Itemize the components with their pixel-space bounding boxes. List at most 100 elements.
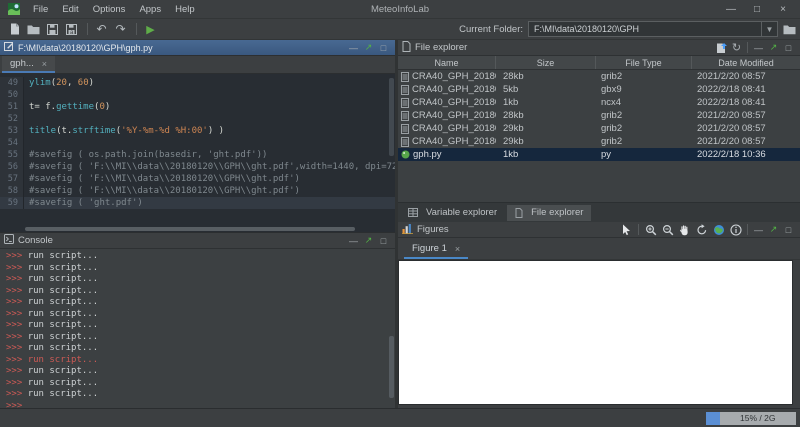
memory-indicator[interactable]: 15% / 2G: [706, 412, 796, 425]
cell-date: 2022/2/18 10:36: [692, 149, 800, 160]
editor-title-bar[interactable]: F:\MI\data\20180120\GPH\gph.py —↗□: [0, 40, 395, 56]
console-prompt: >>>: [6, 401, 22, 409]
run-script-icon[interactable]: ▶: [142, 21, 159, 38]
column-header-date-modified[interactable]: Date Modified: [692, 56, 800, 69]
open-file-icon[interactable]: [25, 21, 42, 38]
code-line-51[interactable]: 51t= f.gettime(0): [0, 101, 395, 113]
console-prompt: >>>: [6, 378, 28, 388]
code-line-57[interactable]: 57#savefig ( 'F:\\MI\\data\\20180120\\GP…: [0, 173, 395, 185]
editor-panel-controls: —↗□: [346, 41, 391, 55]
console-vertical-scrollbar[interactable]: [389, 336, 394, 398]
line-content: title(t.strftime('%Y-%m-%d %H:00') ): [24, 125, 224, 137]
table-row-cra40-gph-2018012-[interactable]: CRA40_GPH_2018012...1kbncx42022/2/18 08:…: [398, 96, 800, 109]
code-line-56[interactable]: 56#savefig ( 'F:\\MI\\data\\20180120\\GP…: [0, 161, 395, 173]
float-panel-icon[interactable]: ↗: [766, 41, 781, 55]
close-figure-icon[interactable]: ×: [455, 244, 460, 254]
memory-text: 15% / 2G: [720, 412, 797, 425]
console-header[interactable]: Console —↗□: [0, 233, 395, 249]
table-row-cra40-gph-2018012-[interactable]: CRA40_GPH_2018012...5kbgbx92022/2/18 08:…: [398, 83, 800, 96]
code-lines: 49ylim(20, 60)5051t= f.gettime(0)5253tit…: [0, 74, 395, 209]
maximize-panel-icon[interactable]: □: [781, 223, 796, 237]
menu-apps[interactable]: Apps: [132, 3, 168, 16]
editor-horizontal-scrollbar[interactable]: [25, 227, 355, 231]
maximize-window-icon[interactable]: □: [744, 0, 770, 18]
code-line-59[interactable]: 59#savefig ( 'ght.pdf'): [0, 197, 395, 209]
rotate-icon[interactable]: [694, 222, 709, 237]
info-icon[interactable]: [728, 222, 743, 237]
chevron-down-icon[interactable]: ▼: [761, 22, 777, 36]
code-line-49[interactable]: 49ylim(20, 60): [0, 77, 395, 89]
minimize-window-icon[interactable]: —: [718, 0, 744, 18]
tab-gph-py[interactable]: gph... ×: [2, 56, 55, 73]
float-panel-icon[interactable]: ↗: [361, 234, 376, 248]
tab-variable-explorer[interactable]: Variable explorer: [400, 205, 505, 221]
save-icon[interactable]: [44, 21, 61, 38]
refresh-icon[interactable]: ↻: [729, 41, 744, 55]
menu-options[interactable]: Options: [86, 3, 133, 16]
minimize-panel-icon[interactable]: —: [751, 223, 766, 237]
close-window-icon[interactable]: ×: [770, 0, 796, 18]
column-header-file-type[interactable]: File Type: [596, 56, 692, 69]
new-script-icon[interactable]: [6, 21, 23, 38]
table-row-cra40-gph-2018012-[interactable]: CRA40_GPH_2018012...28kbgrib22021/2/20 0…: [398, 70, 800, 83]
minimize-panel-icon[interactable]: —: [751, 41, 766, 55]
cell-name: CRA40_GPH_2018012...: [398, 84, 496, 95]
maximize-panel-icon[interactable]: □: [781, 41, 796, 55]
code-line-53[interactable]: 53title(t.strftime('%Y-%m-%d %H:00') ): [0, 125, 395, 137]
menu-file[interactable]: File: [26, 3, 55, 16]
editor-vertical-scrollbar[interactable]: [389, 78, 394, 156]
table-row-cra40-gph-2018012-[interactable]: CRA40_GPH_2018012...29kbgrib22021/2/20 0…: [398, 122, 800, 135]
console-line: >>> run script...: [6, 263, 395, 275]
console-output[interactable]: >>> run script...>>> run script...>>> ru…: [0, 249, 395, 408]
float-panel-icon[interactable]: ↗: [361, 41, 376, 55]
console-input-prompt[interactable]: >>>: [6, 401, 395, 409]
current-folder-combobox[interactable]: F:\MI\data\20180120\GPH ▼: [528, 21, 778, 37]
cell-date: 2021/2/20 08:57: [692, 71, 800, 82]
tab-file-explorer[interactable]: File explorer: [507, 205, 591, 221]
float-panel-icon[interactable]: ↗: [766, 223, 781, 237]
maximize-panel-icon[interactable]: □: [376, 234, 391, 248]
save-as-icon[interactable]: a: [63, 21, 80, 38]
menu-edit[interactable]: Edit: [55, 3, 85, 16]
table-row-cra40-gph-2018012-[interactable]: CRA40_GPH_2018012...29kbgrib22021/2/20 0…: [398, 135, 800, 148]
globe-icon[interactable]: [711, 222, 726, 237]
redo-icon[interactable]: ↷: [112, 21, 129, 38]
cell-date: 2022/2/18 08:41: [692, 84, 800, 95]
line-content: ylim(20, 60): [24, 77, 94, 89]
maximize-panel-icon[interactable]: □: [376, 41, 391, 55]
code-line-58[interactable]: 58#savefig ( 'F:\\MI\\data\\20180120\\GP…: [0, 185, 395, 197]
figure-canvas[interactable]: [398, 260, 793, 405]
status-bar: 15% / 2G: [0, 408, 800, 427]
code-line-50[interactable]: 50: [0, 89, 395, 101]
minimize-panel-icon[interactable]: —: [346, 234, 361, 248]
file-icon: [402, 41, 411, 55]
tab-figure-1[interactable]: Figure 1 ×: [404, 240, 468, 259]
file-explorer-header[interactable]: File explorer ↻ —↗□: [398, 40, 800, 56]
zoom-in-icon[interactable]: [643, 222, 658, 237]
line-number: 54: [0, 137, 24, 149]
minimize-panel-icon[interactable]: —: [346, 41, 361, 55]
console-line: >>> run script...: [6, 320, 395, 332]
pan-hand-icon[interactable]: [677, 222, 692, 237]
menu-help[interactable]: Help: [168, 3, 202, 16]
table-row-cra40-gph-2018012-[interactable]: CRA40_GPH_2018012...28kbgrib22021/2/20 0…: [398, 109, 800, 122]
file-explorer-title: File explorer: [415, 42, 467, 53]
file-table-rows: CRA40_GPH_2018012...28kbgrib22021/2/20 0…: [398, 70, 800, 161]
file-table-header: NameSizeFile TypeDate Modified: [398, 56, 800, 70]
code-editor[interactable]: 49ylim(20, 60)5051t= f.gettime(0)5253tit…: [0, 74, 395, 232]
code-line-55[interactable]: 55#savefig ( os.path.join(basedir, 'ght.…: [0, 149, 395, 161]
table-row-gph-py[interactable]: gph.py1kbpy2022/2/18 10:36: [398, 148, 800, 161]
select-cursor-icon[interactable]: [619, 222, 634, 237]
column-header-size[interactable]: Size: [496, 56, 596, 69]
browse-folder-icon[interactable]: [783, 24, 796, 35]
file-file-icon: [401, 98, 409, 108]
code-line-54[interactable]: 54: [0, 137, 395, 149]
cell-name: CRA40_GPH_2018012...: [398, 110, 496, 121]
undo-icon[interactable]: ↶: [93, 21, 110, 38]
parent-folder-icon[interactable]: [714, 41, 729, 55]
figures-header[interactable]: Figures —↗□: [398, 222, 800, 238]
column-header-name[interactable]: Name: [398, 56, 496, 69]
code-line-52[interactable]: 52: [0, 113, 395, 125]
zoom-out-icon[interactable]: [660, 222, 675, 237]
close-tab-icon[interactable]: ×: [42, 59, 47, 69]
